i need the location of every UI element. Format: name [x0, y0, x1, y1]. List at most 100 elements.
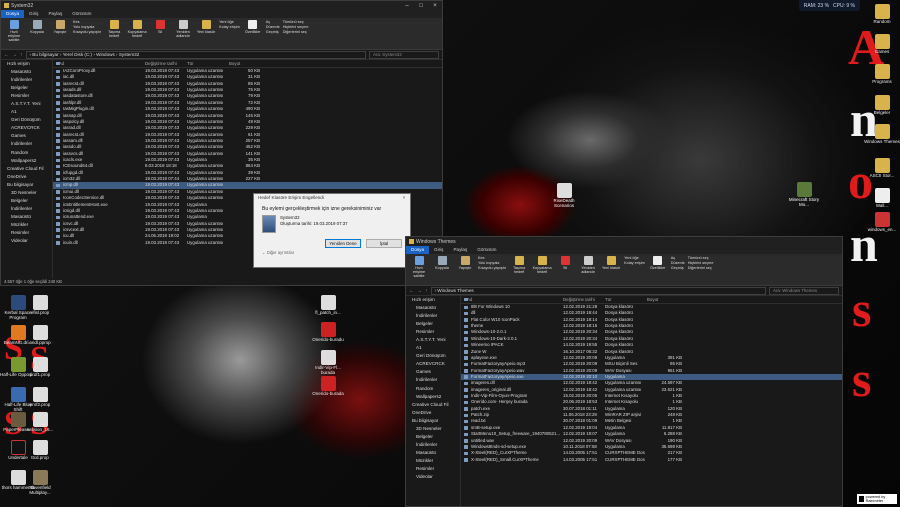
nav-item[interactable]: 3D Nesneler — [406, 425, 460, 433]
nav-item[interactable]: Belgeler — [406, 433, 460, 441]
tab-view[interactable]: Görünüm — [472, 246, 501, 254]
column-type[interactable]: Tür — [185, 60, 227, 67]
up-icon[interactable]: ↑ — [20, 52, 23, 58]
desktop-icon-prop[interactable]: prof1.prop — [22, 357, 58, 378]
nav-item[interactable]: ACREVCRCK — [406, 360, 460, 368]
access-denied-dialog[interactable]: Hedef Klasöre Erişim Engellendi × Bu eyl… — [253, 193, 411, 268]
dialog-title-bar[interactable]: Hedef Klasöre Erişim Engellendi × — [254, 194, 410, 202]
copy-path-button[interactable]: Yolu kopyala — [478, 261, 506, 265]
copy-to-button[interactable]: Kopyalama hedefi — [532, 256, 552, 283]
paste-button[interactable]: Yapıştır — [455, 256, 475, 283]
properties-button[interactable]: Özellikler — [243, 20, 263, 47]
nav-item[interactable]: 3D Nesneler — [1, 189, 52, 197]
easy-access-button[interactable]: Kolay erişim — [624, 261, 645, 265]
column-date[interactable]: Değiştirme tarihi — [561, 296, 603, 303]
desktop-icon-prop[interactable]: endl.pprop — [22, 325, 58, 346]
nav-item[interactable]: Müzikler — [406, 457, 460, 465]
nav-item[interactable]: Games — [406, 368, 460, 376]
nav-item[interactable]: Videolar — [406, 473, 460, 481]
desktop-icon-ravenfield[interactable]: Ravenfield Multiplay... — [22, 470, 58, 496]
nav-item[interactable]: Geri Dönüşüm — [1, 116, 52, 124]
nav-item[interactable]: İndirilenler — [1, 76, 52, 84]
invert-selection-button[interactable]: Diğerlerini seç — [688, 266, 714, 270]
history-button[interactable]: Geçmiş — [266, 30, 280, 34]
desktop-icon-random[interactable]: Random — [864, 4, 900, 25]
move-to-button[interactable]: Taşıma hedefi — [509, 256, 529, 283]
minimize-button[interactable]: – — [400, 3, 414, 9]
file-row[interactable]: X-Steel(RED)_Small.CurXPTheme 14.03.2005 … — [461, 457, 842, 463]
nav-item[interactable]: Masaüstü — [406, 449, 460, 457]
nav-item[interactable]: Wallpapers2 — [406, 393, 460, 401]
open-button[interactable]: Aç — [671, 256, 685, 260]
delete-button[interactable]: Sil — [150, 20, 170, 47]
nav-item[interactable]: Bu bilgisayar — [406, 417, 460, 425]
tab-home[interactable]: Giriş — [24, 10, 43, 18]
close-button[interactable]: × — [428, 3, 442, 9]
nav-item[interactable]: Bu bilgisayar — [1, 181, 52, 189]
nav-item[interactable]: Belgeler — [406, 320, 460, 328]
cut-button[interactable]: Kes — [73, 20, 101, 24]
nav-item[interactable]: Hızlı erişim — [406, 296, 460, 304]
nav-item[interactable]: Games — [1, 132, 52, 140]
nav-item[interactable]: Videolar — [1, 237, 52, 245]
desktop-icon-windows-en[interactable]: windows_en... — [864, 212, 900, 233]
path-field[interactable]: › Bu bilgisayar › Yerel Disk (C:) › Wind… — [25, 50, 366, 59]
copy-button[interactable]: Kopyala — [27, 20, 47, 47]
nav-item[interactable]: Random — [406, 385, 460, 393]
nav-item[interactable]: İndirilenler — [406, 441, 460, 449]
nav-item[interactable]: ACREVCRCK — [1, 124, 52, 132]
nav-item[interactable]: Müzikler — [1, 221, 52, 229]
tab-view[interactable]: Görünüm — [67, 10, 96, 18]
forward-icon[interactable]: → — [12, 52, 17, 58]
tab-file[interactable]: Dosya — [1, 10, 25, 18]
rename-button[interactable]: Yeniden adlandır — [173, 20, 193, 47]
nav-item[interactable]: A.S.T.Y.T. Yeni — [406, 336, 460, 344]
nav-item[interactable]: Wallpapers2 — [1, 157, 52, 165]
nav-item[interactable]: A1 — [1, 108, 52, 116]
desktop-icon-prop[interactable]: efisl.prop — [22, 295, 58, 316]
nav-item[interactable]: Masaüstü — [406, 304, 460, 312]
nav-item[interactable]: Random — [1, 149, 52, 157]
nav-item[interactable]: Belgeler — [1, 197, 52, 205]
nav-item[interactable]: Masaüstü — [1, 68, 52, 76]
pin-quick-access-button[interactable]: Hızlı erişime sabitle — [409, 256, 429, 283]
desktop-icon-belgeler[interactable]: Belgeler — [864, 95, 900, 116]
history-button[interactable]: Geçmiş — [671, 266, 685, 270]
desktop-icon-programs[interactable]: Programs — [864, 64, 900, 85]
rename-button[interactable]: Yeniden adlandır — [578, 256, 598, 283]
pin-quick-access-button[interactable]: Hızlı erişime sabitle — [4, 20, 24, 47]
tab-home[interactable]: Giriş — [429, 246, 448, 254]
paste-shortcut-button[interactable]: Kısayolu yapıştır — [73, 30, 101, 34]
nav-item[interactable]: A.S.T.Y.T. Yeni — [1, 100, 52, 108]
nav-item[interactable]: Belgeler — [1, 84, 52, 92]
column-date[interactable]: Değiştirme tarihi — [143, 60, 185, 67]
select-all-button[interactable]: Tümünü seç — [283, 20, 309, 24]
forward-icon[interactable]: → — [417, 288, 422, 294]
retry-button[interactable]: Yeniden Dene — [325, 239, 361, 248]
nav-item[interactable]: Creative Cloud Fil — [1, 165, 52, 173]
column-size[interactable]: Boyut — [645, 296, 685, 303]
nav-item[interactable]: İndirilenler — [406, 376, 460, 384]
easy-access-button[interactable]: Kolay erişim — [219, 25, 240, 29]
new-folder-button[interactable]: Yeni klasör — [601, 256, 621, 283]
edit-button[interactable]: Düzenle — [671, 261, 685, 265]
new-item-button[interactable]: Yeni öğe — [219, 20, 240, 24]
desktop-icon-games[interactable]: Games — [864, 34, 900, 55]
tab-file[interactable]: Dosya — [406, 246, 430, 254]
desktop-icon-indir[interactable]: Indir-Vip-Fl... burada — [310, 350, 346, 376]
nav-item[interactable]: Resimler — [1, 92, 52, 100]
delete-button[interactable]: Sil — [555, 256, 575, 283]
desktop-icon-minecraft[interactable]: Minecraft Story Mo... — [786, 182, 822, 208]
copy-button[interactable]: Kopyala — [432, 256, 452, 283]
tab-share[interactable]: Paylaş — [448, 246, 472, 254]
desktop-icon-session[interactable]: session_16... — [22, 412, 58, 433]
nav-item[interactable]: İndirilenler — [406, 312, 460, 320]
back-icon[interactable]: ← — [409, 288, 414, 294]
nav-item[interactable]: İndirilenler — [1, 140, 52, 148]
copy-to-button[interactable]: Kopyalama hedefi — [127, 20, 147, 47]
new-item-button[interactable]: Yeni öğe — [624, 256, 645, 260]
column-name[interactable]: Ad — [53, 60, 143, 67]
title-bar[interactable]: System32 – □ × — [1, 1, 442, 10]
search-input[interactable]: Ara: System32 — [369, 50, 439, 59]
properties-button[interactable]: Özellikler — [648, 256, 668, 283]
